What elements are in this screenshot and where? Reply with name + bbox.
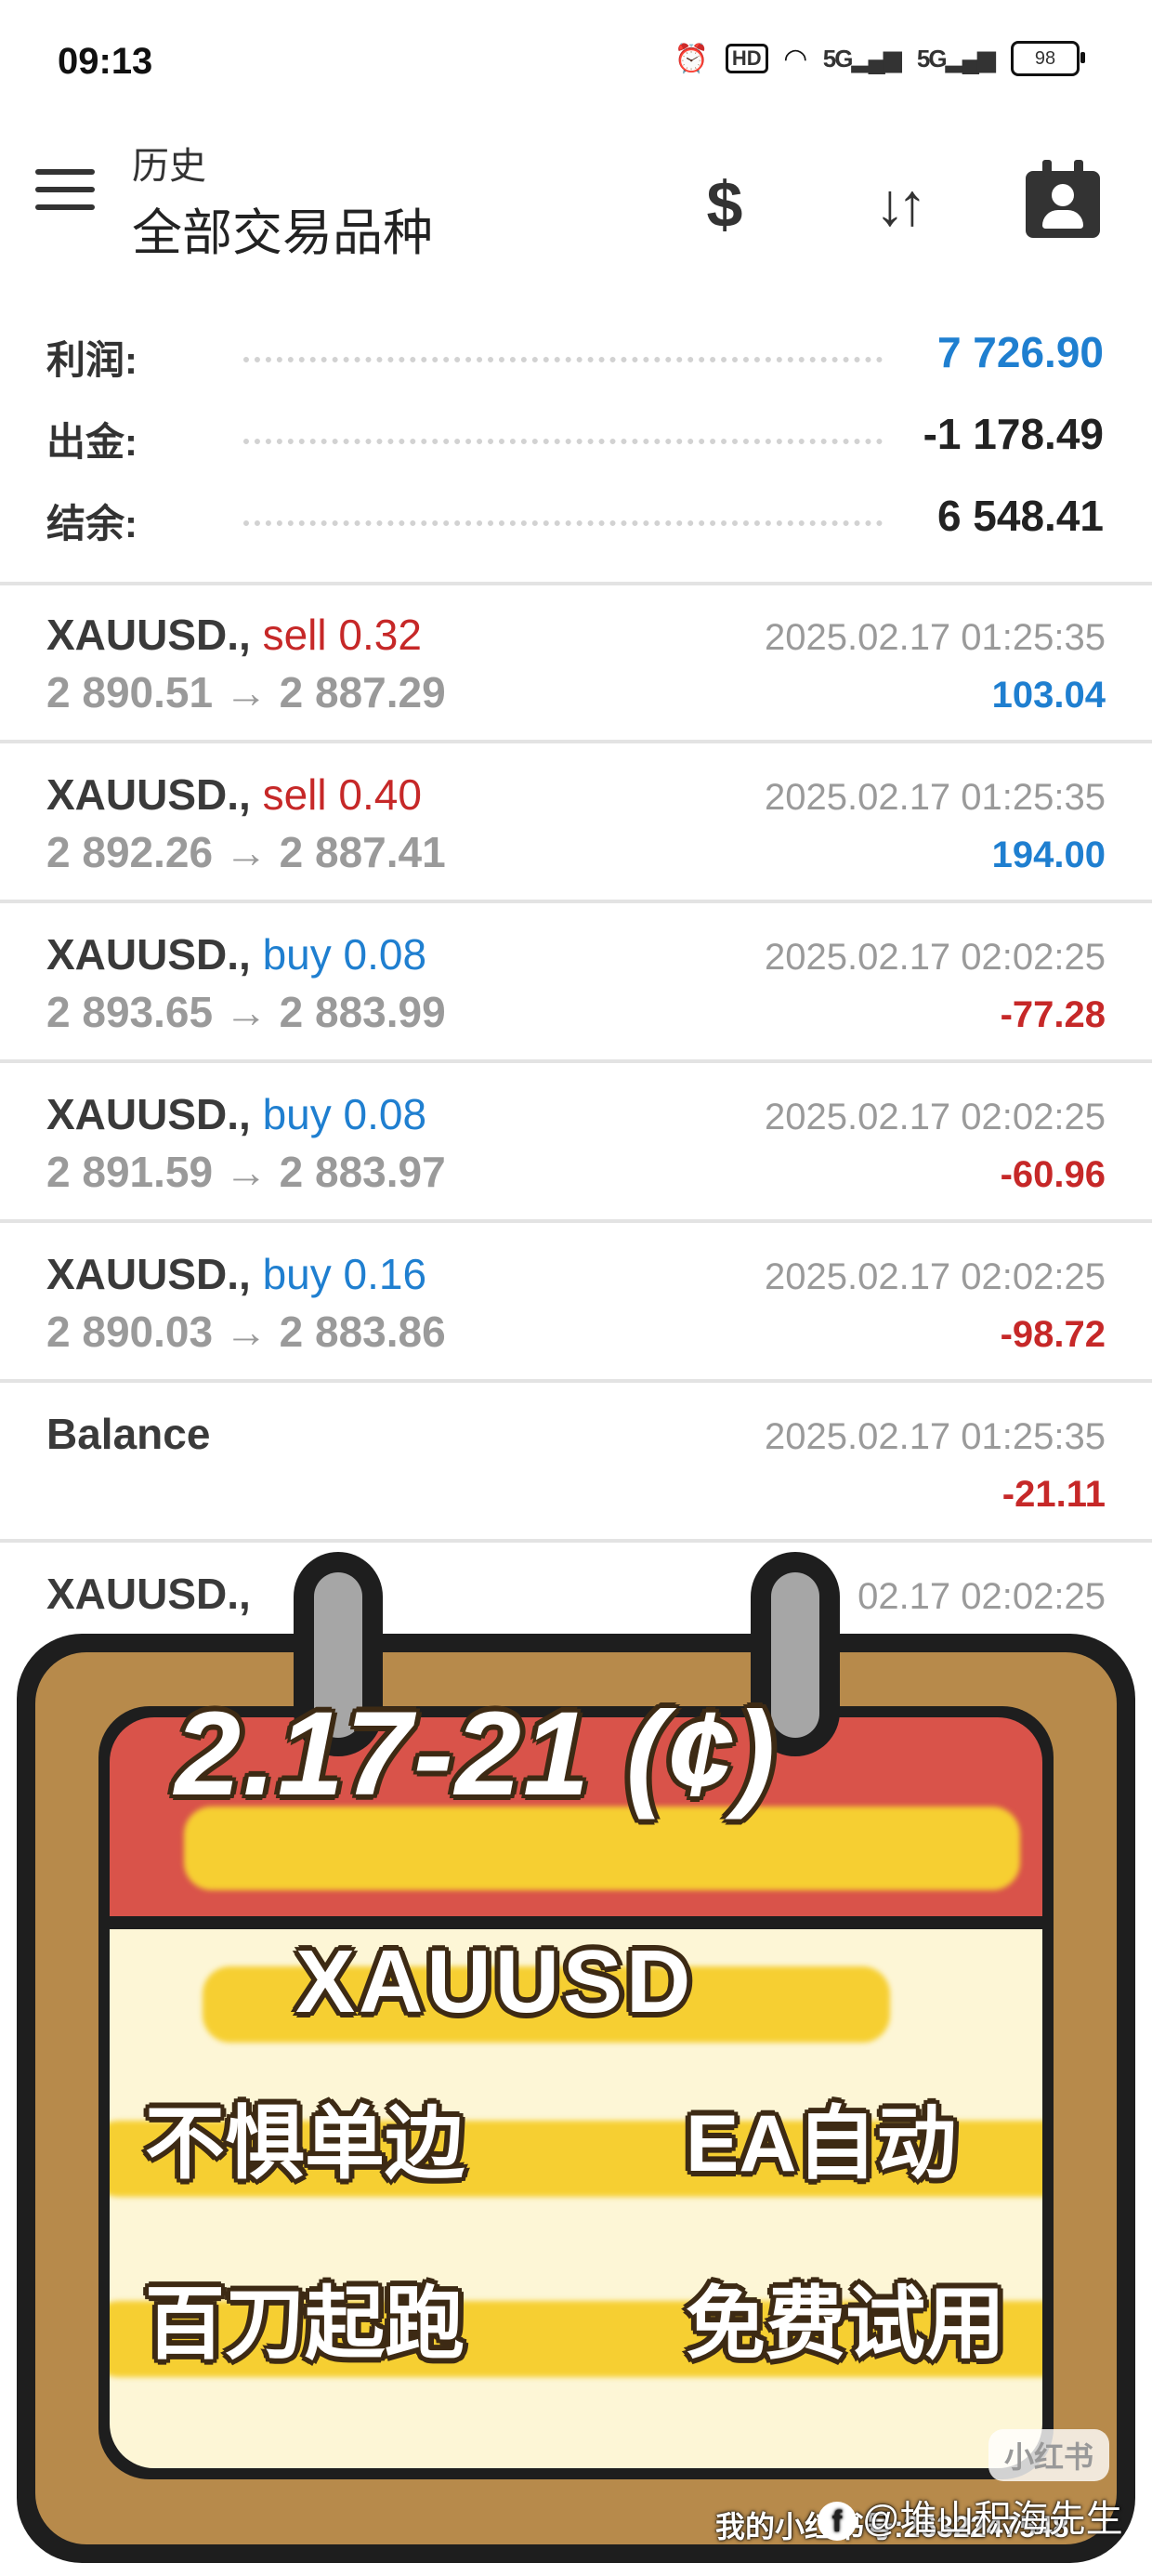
signal-icon-1: 5G▂▄▆ — [822, 44, 902, 72]
status-icons: ⏰ HD ◠ 5G▂▄▆ 5G▂▄▆ 98 — [674, 41, 1085, 76]
app-bar: 历史 全部交易品种 $ ↓↑ — [0, 121, 1152, 297]
trade-row-balance[interactable]: Balance 2025.02.17 01:25:35 -21.11 — [0, 1383, 1152, 1543]
promo-date-range: 2.17-21 (¢) — [175, 1688, 778, 1820]
trade-symbol: XAUUSD., sell 0.40 — [46, 769, 422, 820]
promo-line2-left: 百刀起跑 — [145, 2280, 465, 2369]
symbol-text: XAUUSD., — [46, 1250, 251, 1298]
summary-balance-row: 结余: 6 548.41 — [0, 480, 1152, 561]
trade-prices: 2 890.03 → 2 883.86 — [46, 1308, 446, 1356]
battery-level: 98 — [1034, 47, 1056, 69]
summary-profit-row: 利润: 7 726.90 — [0, 316, 1152, 398]
trade-time: 2025.02.17 01:25:35 — [764, 777, 1106, 818]
promo-line2-right: 免费试用 — [686, 2280, 1005, 2369]
xiaohongshu-icon: f — [818, 2502, 857, 2542]
trade-volume: 0.08 — [343, 930, 427, 979]
trade-row[interactable]: XAUUSD., buy 0.08 2 891.59 → 2 883.97 20… — [0, 1063, 1152, 1223]
account-icon[interactable] — [1016, 158, 1109, 251]
xiaohongshu-logo: 小红书 — [988, 2429, 1109, 2481]
trade-time: 2025.02.17 01:25:35 — [764, 1416, 1106, 1457]
signal-icon-2: 5G▂▄▆ — [916, 44, 996, 72]
symbol-text: XAUUSD., — [46, 930, 251, 979]
symbol-text: XAUUSD., — [46, 1090, 251, 1138]
signal-label-2: 5G — [916, 44, 948, 72]
trade-type: buy — [262, 1250, 332, 1298]
trade-type: sell — [262, 770, 327, 819]
trade-profit: 103.04 — [991, 675, 1106, 716]
trade-row[interactable]: XAUUSD., buy 0.16 2 890.03 → 2 883.86 20… — [0, 1223, 1152, 1383]
profit-label: 利润: — [46, 338, 137, 382]
signal-label-1: 5G — [822, 44, 854, 72]
balance-value: 6 548.41 — [936, 492, 1104, 540]
author-text: @堆山积海先生 — [862, 2499, 1123, 2540]
trade-prices: 2 893.65 → 2 883.99 — [46, 988, 446, 1036]
trade-volume: 0.16 — [343, 1250, 427, 1298]
battery-icon: 98 — [1011, 41, 1085, 76]
hd-icon: HD — [725, 44, 768, 73]
currency-icon[interactable]: $ — [678, 158, 771, 251]
trade-volume: 0.32 — [338, 611, 422, 659]
status-bar: 09:13 ⏰ HD ◠ 5G▂▄▆ 5G▂▄▆ 98 — [0, 0, 1152, 121]
trade-profit: -98.72 — [1000, 1314, 1106, 1355]
wifi-icon: ◠ — [784, 43, 806, 74]
alarm-icon: ⏰ — [674, 43, 709, 74]
trade-time: 2025.02.17 02:02:25 — [764, 1256, 1106, 1297]
trade-row[interactable]: XAUUSD., buy 0.08 2 893.65 → 2 883.99 20… — [0, 903, 1152, 1063]
summary-panel: 利润: 7 726.90 出金: -1 178.49 结余: 6 548.41 — [0, 316, 1152, 561]
trade-prices: 2 891.59 → 2 883.97 — [46, 1148, 446, 1196]
status-time: 09:13 — [58, 41, 153, 82]
trade-list: XAUUSD., sell 0.32 2 890.51 → 2 887.29 2… — [0, 584, 1152, 1617]
profit-value: 7 726.90 — [936, 328, 1104, 376]
promo-line1-left: 不惧单边 — [145, 2099, 465, 2188]
trade-profit: -77.28 — [1000, 994, 1106, 1035]
trade-symbol: XAUUSD., buy 0.08 — [46, 1089, 426, 1139]
trade-type: buy — [262, 930, 332, 979]
watermark-author: f @堆山积海先生 — [818, 2489, 1123, 2543]
trade-profit: 194.00 — [991, 835, 1106, 875]
dotted-leader — [243, 357, 883, 362]
trade-prices: 2 890.51 → 2 887.29 — [46, 668, 446, 716]
menu-icon[interactable] — [35, 169, 95, 216]
trade-type: buy — [262, 1090, 332, 1138]
trade-symbol: XAUUSD., sell 0.32 — [46, 610, 422, 660]
trade-row[interactable]: XAUUSD., sell 0.40 2 892.26 → 2 887.41 2… — [0, 743, 1152, 903]
withdrawal-value: -1 178.49 — [923, 410, 1104, 458]
balance-label: 结余: — [46, 502, 137, 545]
symbol-text: XAUUSD., — [46, 611, 251, 659]
trade-time: 2025.02.17 02:02:25 — [764, 937, 1106, 978]
trade-volume: 0.40 — [338, 770, 422, 819]
symbol-text: XAUUSD., — [46, 770, 251, 819]
dotted-leader — [243, 520, 883, 526]
trade-volume: 0.08 — [343, 1090, 427, 1138]
trade-row[interactable]: XAUUSD., sell 0.32 2 890.51 → 2 887.29 2… — [0, 584, 1152, 743]
trade-symbol: Balance — [46, 1410, 211, 1458]
withdrawal-label: 出金: — [46, 420, 137, 464]
summary-withdrawal-row: 出金: -1 178.49 — [0, 398, 1152, 480]
trade-symbol: XAUUSD., buy 0.08 — [46, 929, 426, 979]
trade-time: 2025.02.17 02:02:25 — [764, 1097, 1106, 1137]
trade-type: sell — [262, 611, 327, 659]
trade-profit: -21.11 — [1001, 1474, 1106, 1515]
page-subtitle: 历史 — [132, 146, 206, 187]
promo-line1-right: EA自动 — [686, 2099, 957, 2188]
trade-profit: -60.96 — [1000, 1154, 1106, 1195]
page-title[interactable]: 全部交易品种 — [132, 191, 433, 265]
sort-icon[interactable]: ↓↑ — [851, 158, 944, 251]
promo-calendar-overlay: 2.17-21 (¢) XAUUSD 不惧单边 EA自动 百刀起跑 免费试用 — [17, 1552, 1135, 2576]
dotted-leader — [243, 439, 883, 444]
trade-time: 2025.02.17 01:25:35 — [764, 617, 1106, 658]
trade-symbol: XAUUSD., buy 0.16 — [46, 1249, 426, 1299]
promo-symbol: XAUUSD — [295, 1932, 695, 2031]
trade-prices: 2 892.26 → 2 887.41 — [46, 828, 446, 876]
